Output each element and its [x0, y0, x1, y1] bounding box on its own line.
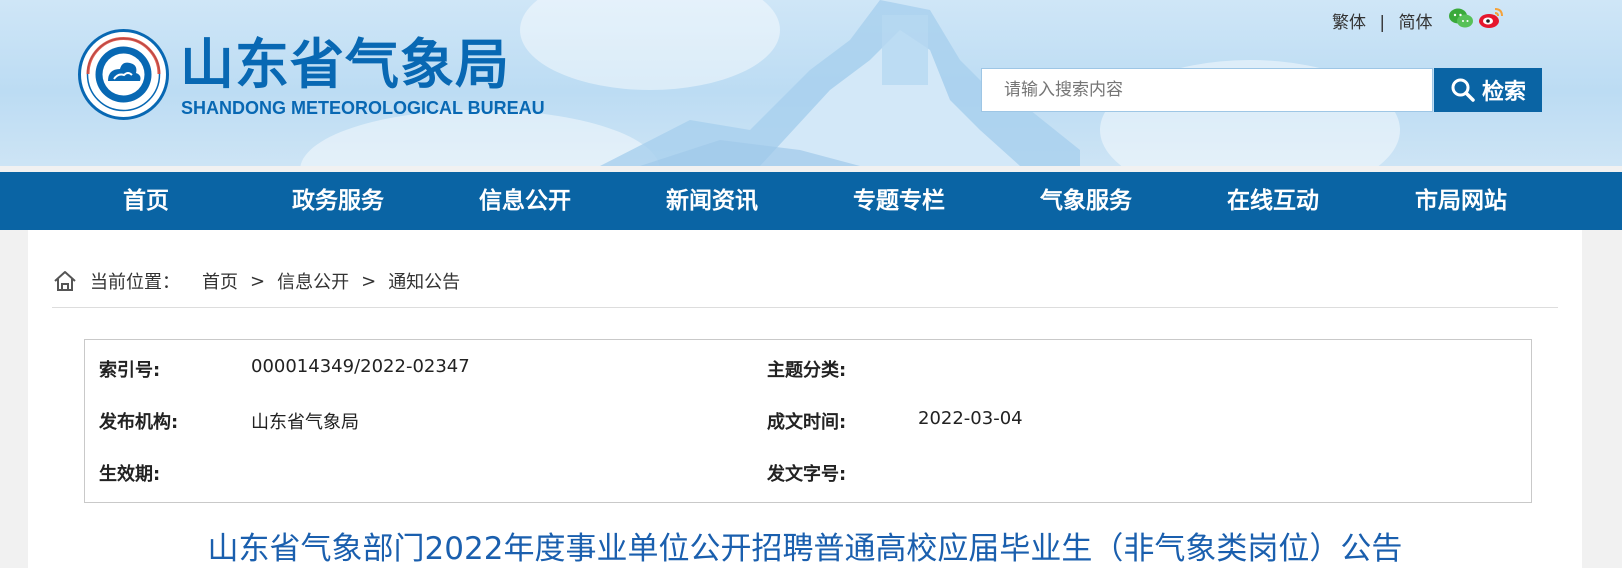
- article-title: 山东省气象部门2022年度事业单位公开招聘普通高校应届毕业生（非气象类岗位）公告: [207, 531, 1403, 567]
- breadcrumb-prefix: 当前位置：: [90, 272, 180, 293]
- search-icon: [1451, 78, 1475, 102]
- nav-item-news[interactable]: 新闻资讯: [642, 172, 782, 230]
- nav-item-information-disclosure[interactable]: 信息公开: [455, 172, 595, 230]
- nav-item-weather-services[interactable]: 气象服务: [1016, 172, 1156, 230]
- search-box: [981, 68, 1433, 112]
- nav-item-government-services[interactable]: 政务服务: [268, 172, 408, 230]
- written-date-label: 成文时间:: [767, 412, 847, 433]
- search-button-label: 检索: [1481, 80, 1526, 105]
- publisher-value: 山东省气象局: [251, 412, 359, 433]
- home-icon: [54, 271, 76, 291]
- document-number-label: 发文字号:: [767, 464, 847, 485]
- nav-item-special-topics[interactable]: 专题专栏: [829, 172, 969, 230]
- document-metadata-table: 索引号: 000014349/2022-02347 主题分类: 发布机构: 山东…: [84, 339, 1532, 503]
- breadcrumb-separator: >: [250, 270, 266, 292]
- weibo-icon[interactable]: [1478, 6, 1504, 30]
- effective-date-label: 生效期:: [99, 464, 161, 485]
- site-title: 山东省气象局: [180, 33, 510, 96]
- breadcrumb-notices[interactable]: 通知公告: [388, 268, 460, 294]
- nav-item-city-bureau-sites[interactable]: 市局网站: [1391, 172, 1531, 230]
- header-banner: 山东省气象局 SHANDONG METEOROLOGICAL BUREAU 繁体…: [0, 0, 1622, 166]
- language-switcher: 繁体 | 简体: [1328, 8, 1437, 33]
- site-subtitle: SHANDONG METEOROLOGICAL BUREAU: [181, 98, 545, 118]
- search-button[interactable]: 检索: [1434, 68, 1542, 112]
- main-content: 当前位置： 首页 > 信息公开 > 通知公告 索引号: 000014349/20…: [28, 230, 1582, 568]
- bureau-logo-emblem: [78, 29, 169, 120]
- index-number-value: 000014349/2022-02347: [251, 356, 470, 377]
- breadcrumb-information-disclosure[interactable]: 信息公开: [277, 268, 349, 294]
- nav-item-online-interaction[interactable]: 在线互动: [1203, 172, 1343, 230]
- breadcrumb: 当前位置： 首页 > 信息公开 > 通知公告: [52, 266, 460, 296]
- breadcrumb-home[interactable]: 首页: [202, 268, 238, 294]
- breadcrumb-divider: [52, 307, 1558, 308]
- main-nav: 首页 政务服务 信息公开 新闻资讯 专题专栏 气象服务 在线互动 市局网站: [0, 172, 1622, 230]
- publisher-label: 发布机构:: [99, 412, 179, 433]
- index-number-label: 索引号:: [99, 360, 161, 381]
- topic-category-label: 主题分类:: [767, 360, 847, 381]
- breadcrumb-separator: >: [361, 270, 377, 292]
- language-separator: |: [1379, 13, 1386, 33]
- written-date-value: 2022-03-04: [918, 408, 1023, 429]
- traditional-chinese-link[interactable]: 繁体: [1332, 13, 1366, 33]
- wechat-icon[interactable]: [1448, 6, 1474, 30]
- nav-item-home[interactable]: 首页: [86, 172, 206, 230]
- search-input[interactable]: [982, 69, 1432, 111]
- simplified-chinese-link[interactable]: 简体: [1399, 13, 1433, 33]
